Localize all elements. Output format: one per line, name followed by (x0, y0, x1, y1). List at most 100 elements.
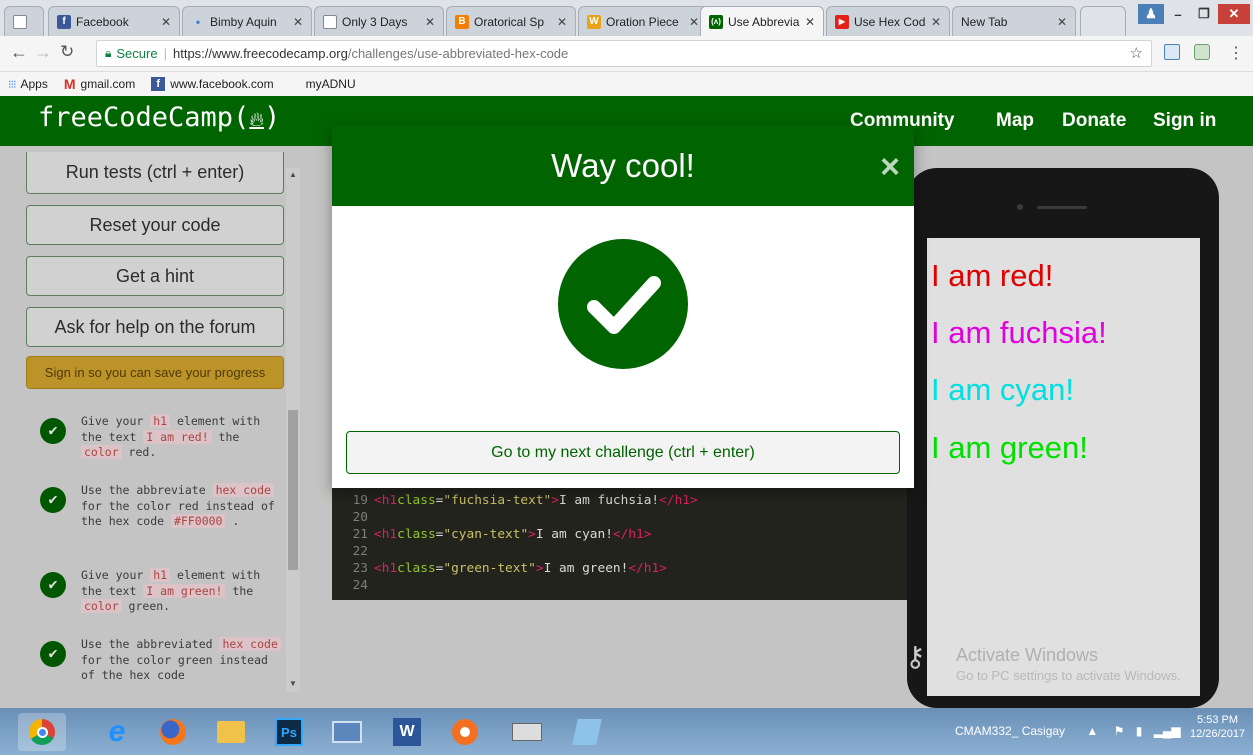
close-tab-icon[interactable]: ✕ (689, 15, 699, 29)
battery-icon[interactable]: ▮ (1136, 724, 1143, 738)
user-profile-icon[interactable]: ♟ (1138, 4, 1164, 24)
close-icon[interactable]: × (880, 148, 900, 187)
apps-grid-icon: ⁝⁝⁝ (8, 78, 16, 91)
bookmarks-bar: ⁝⁝⁝ Apps M gmail.com f www.facebook.com … (0, 72, 1253, 96)
maximize-icon[interactable]: ❐ (1192, 4, 1216, 24)
extension-icon[interactable] (1194, 44, 1210, 60)
url-host: https://www.freecodecamp.org (172, 46, 348, 61)
tab-use-abbreviated[interactable]: (ʌ) Use Abbrevia ✕ (700, 6, 824, 36)
clock-time: 5:53 PM (1197, 714, 1239, 726)
close-tab-icon[interactable]: ✕ (425, 15, 435, 29)
nav-map[interactable]: Map (996, 110, 1034, 132)
tab-label: Use Abbrevia (728, 14, 800, 29)
bookmark-label: Apps (20, 77, 48, 91)
flag-icon[interactable]: ⚑ (1114, 724, 1125, 738)
system-clock[interactable]: 5:53 PM 12/26/2017 (1190, 713, 1245, 741)
bookmark-label: gmail.com (80, 77, 136, 91)
activate-windows-subtitle: Go to PC settings to activate Windows. (956, 668, 1181, 683)
url-separator: | (163, 46, 167, 61)
tab-label: Use Hex Cod (854, 14, 926, 29)
close-tab-icon[interactable]: ✕ (557, 15, 567, 29)
tab-label: Oratorical Sp (474, 14, 545, 29)
fcc-logo[interactable]: freeCodeCamp(🔥︎) (38, 102, 280, 133)
remote-desktop-icon[interactable] (328, 713, 366, 751)
forward-icon[interactable]: → (34, 42, 52, 63)
browser-tab-bar: f Facebook ✕ • Bimby Aquin ✕ Only 3 Days… (0, 0, 1253, 36)
tab-bimby[interactable]: • Bimby Aquin ✕ (182, 6, 312, 36)
close-tab-icon[interactable]: ✕ (1057, 15, 1067, 29)
lock-icon: 🔒︎ (105, 46, 112, 60)
screen: f Facebook ✕ • Bimby Aquin ✕ Only 3 Days… (0, 0, 1253, 755)
blank-page-icon (13, 14, 27, 29)
internet-explorer-icon[interactable]: e (98, 713, 136, 751)
logo-text-end: ) (264, 102, 281, 133)
bookmark-label: myADNU (305, 77, 356, 91)
bookmark-apps[interactable]: ⁝⁝⁝ Apps (8, 77, 48, 91)
tab-oration-piece[interactable]: W Oration Piece ✕ (578, 6, 708, 36)
close-tab-icon[interactable]: ✕ (293, 15, 303, 29)
media-player-icon[interactable] (446, 713, 484, 751)
next-challenge-button[interactable]: Go to my next challenge (ctrl + enter) (346, 431, 900, 474)
tab-oratorical[interactable]: B Oratorical Sp ✕ (446, 6, 576, 36)
back-icon[interactable]: ← (10, 42, 28, 63)
modal-title: Way cool! (551, 147, 695, 184)
network-signal-icon[interactable]: ▂▄▆ (1154, 724, 1181, 738)
app-icon[interactable] (568, 713, 606, 751)
bookmark-myadnu[interactable]: myADNU (306, 77, 356, 91)
blogger-icon: B (455, 14, 469, 29)
reload-icon[interactable]: ↻ (60, 42, 74, 62)
freecodecamp-icon: (ʌ) (709, 14, 723, 29)
tab-only-3-days[interactable]: Only 3 Days ✕ (314, 6, 444, 36)
close-tab-icon[interactable]: ✕ (805, 15, 815, 29)
wattpad-icon: W (587, 14, 601, 29)
close-tab-icon[interactable]: ✕ (931, 15, 941, 29)
system-tray: CMAM332_ Casigay ▲ ⚑ ▮ ▂▄▆ (955, 724, 1181, 738)
windows-key-icon: ⚷ (905, 641, 926, 672)
url-input[interactable]: 🔒︎ Secure | https://www.freecodecamp.org… (96, 40, 1152, 67)
bookmark-star-icon[interactable]: ☆ (1130, 44, 1143, 62)
modal-header: Way cool! (332, 126, 914, 206)
tab-blank[interactable] (4, 6, 44, 36)
chrome-icon[interactable] (18, 713, 66, 751)
bookmark-facebook[interactable]: f www.facebook.com (151, 77, 274, 91)
tab-label: Bimby Aquin (210, 14, 277, 29)
tab-label: Only 3 Days (342, 14, 408, 29)
new-tab-button[interactable] (1080, 6, 1126, 36)
minimize-icon[interactable]: – (1166, 4, 1190, 24)
tab-label: Oration Piece (606, 14, 679, 29)
youtube-icon: ▶ (835, 14, 849, 29)
file-explorer-icon[interactable] (212, 713, 250, 751)
gmail-icon: M (63, 76, 76, 92)
menu-kebab-icon[interactable]: ⋮ (1228, 43, 1244, 63)
blank-page-icon (323, 14, 337, 29)
photoshop-icon[interactable]: Ps (270, 713, 308, 751)
logo-text: freeCodeCamp( (38, 102, 250, 133)
tab-label: Facebook (76, 14, 129, 29)
success-check-icon (558, 239, 688, 369)
extension-icon[interactable] (1164, 44, 1180, 60)
close-tab-icon[interactable]: ✕ (161, 15, 171, 29)
success-modal: Way cool! × Go to my next challenge (ctr… (332, 126, 914, 488)
tab-new-tab[interactable]: New Tab ✕ (952, 6, 1076, 36)
loading-icon: • (195, 14, 201, 29)
close-window-icon[interactable]: ✕ (1218, 4, 1250, 24)
bookmark-gmail[interactable]: M gmail.com (64, 76, 135, 92)
flame-icon: 🔥︎ (249, 107, 265, 131)
tray-user: CMAM332_ Casigay (955, 724, 1066, 738)
bookmark-label: www.facebook.com (170, 77, 274, 91)
facebook-icon: f (57, 14, 71, 29)
clock-date: 12/26/2017 (1190, 728, 1246, 740)
address-bar: ← → ↻ 🔒︎ Secure | https://www.freecodeca… (0, 36, 1253, 72)
show-hidden-icons[interactable]: ▲ (1086, 724, 1098, 738)
activate-windows-title: Activate Windows (956, 645, 1099, 665)
nav-donate[interactable]: Donate (1062, 110, 1126, 132)
facebook-icon: f (151, 77, 166, 91)
secure-label: Secure (116, 46, 158, 61)
url-path: /challenges/use-abbreviated-hex-code (347, 46, 569, 61)
tab-use-hex-code[interactable]: ▶ Use Hex Cod ✕ (826, 6, 950, 36)
tab-facebook[interactable]: f Facebook ✕ (48, 6, 180, 36)
firefox-icon[interactable] (154, 713, 192, 751)
word-icon[interactable]: W (388, 713, 426, 751)
nav-sign-in[interactable]: Sign in (1153, 110, 1216, 132)
keyboard-icon[interactable] (508, 713, 546, 751)
